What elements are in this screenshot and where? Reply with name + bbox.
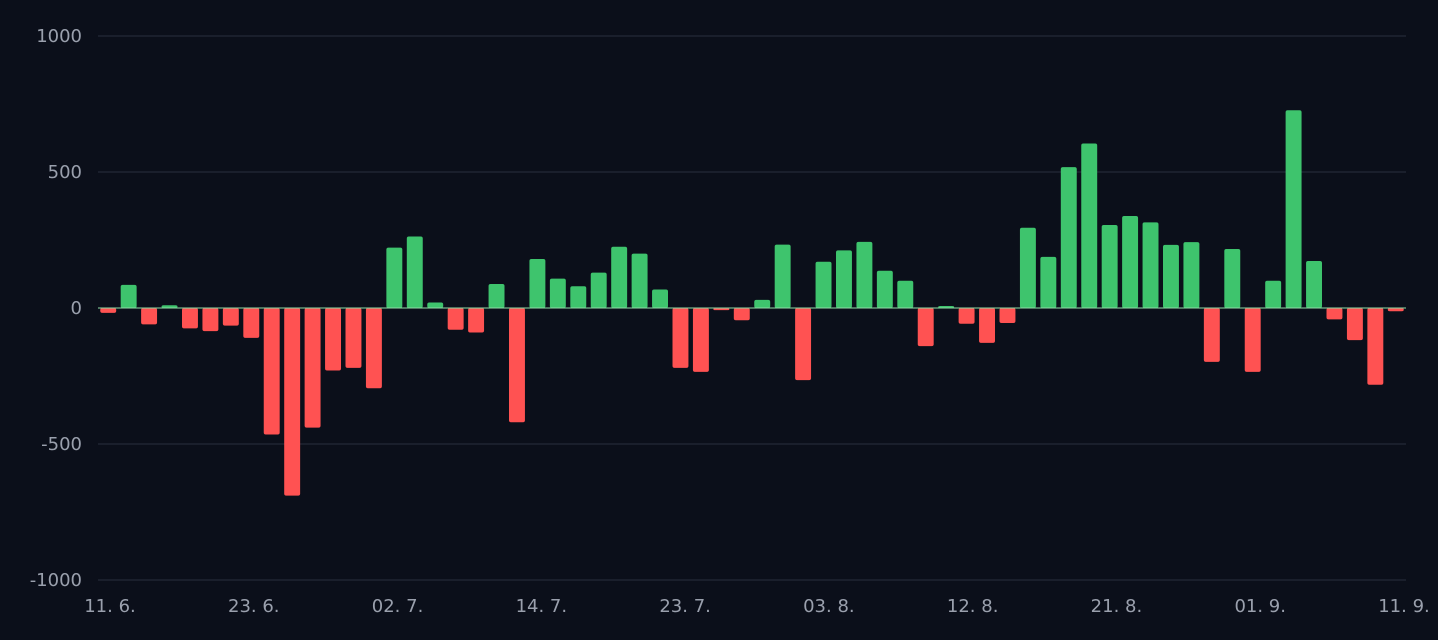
- bar: [243, 308, 260, 338]
- y-tick-label: 0: [71, 298, 82, 319]
- y-tick-label: 1000: [36, 26, 82, 47]
- bar: [836, 250, 852, 308]
- x-tick-label: 03. 8.: [803, 596, 855, 617]
- bar: [692, 308, 709, 372]
- bar: [1081, 143, 1098, 308]
- bar: [468, 308, 485, 333]
- bar: [1203, 308, 1220, 362]
- x-tick-label: 21. 8.: [1091, 596, 1143, 617]
- bar: [1122, 216, 1139, 308]
- bars: [100, 110, 1404, 496]
- bar: [202, 308, 219, 332]
- bar: [182, 308, 198, 329]
- bar: [325, 308, 341, 371]
- bar: [1306, 260, 1322, 308]
- bar: [979, 308, 995, 343]
- bar: [1346, 308, 1363, 341]
- bar: [1183, 242, 1200, 308]
- bar: [488, 284, 505, 308]
- bar: [733, 308, 750, 321]
- bar: [917, 308, 934, 347]
- bar: [999, 308, 1016, 323]
- bar: [1163, 244, 1179, 308]
- bar: [590, 272, 607, 308]
- bar: [958, 308, 975, 324]
- bar: [447, 308, 464, 330]
- bar: [1019, 227, 1036, 308]
- x-axis-labels: 11. 6. 23. 6. 02. 7. 14. 7. 23. 7. 03. 8. 12. …: [84, 596, 1430, 617]
- bar: [100, 308, 117, 313]
- x-tick-label: 11. 9.: [1378, 596, 1430, 617]
- bar: [611, 246, 628, 308]
- y-tick-label: 500: [48, 162, 82, 183]
- bar: [876, 270, 893, 308]
- x-tick-label: 01. 9.: [1234, 596, 1286, 617]
- y-axis-labels: 1000 500 0 -500 -1000: [30, 26, 82, 591]
- bar: [529, 259, 546, 308]
- bar: [549, 278, 566, 308]
- bar: [222, 308, 239, 326]
- bar: [345, 308, 362, 368]
- bar: [120, 284, 137, 308]
- x-tick-label: 23. 6.: [228, 596, 280, 617]
- bar-chart: 1000 500 0 -500 -1000 11. 6. 23. 6. 02. 7. 14. …: [30, 26, 1430, 617]
- bar: [263, 308, 280, 435]
- bar: [304, 308, 321, 428]
- bar: [406, 236, 423, 308]
- x-tick-label: 02. 7.: [372, 596, 424, 617]
- bar: [509, 308, 525, 423]
- bar: [365, 308, 382, 389]
- x-tick-label: 12. 8.: [947, 596, 999, 617]
- bar: [774, 244, 791, 308]
- y-tick-label: -1000: [30, 570, 82, 591]
- bar: [672, 308, 689, 368]
- bar: [795, 308, 812, 381]
- bar: [1244, 308, 1261, 372]
- bar: [1142, 222, 1159, 308]
- chart-container: 1000 500 0 -500 -1000 11. 6. 23. 6. 02. 7. 14. …: [0, 0, 1438, 640]
- bar: [284, 308, 301, 496]
- bar: [1285, 110, 1302, 308]
- x-tick-label: 14. 7.: [516, 596, 568, 617]
- bar: [631, 253, 648, 308]
- bar: [815, 261, 832, 308]
- bar: [1326, 308, 1343, 320]
- bar: [856, 241, 873, 308]
- bar: [1265, 280, 1282, 308]
- bar: [1224, 248, 1241, 308]
- bar: [897, 280, 914, 308]
- bar: [427, 302, 444, 308]
- x-tick-label: 23. 7.: [659, 596, 711, 617]
- bar: [652, 289, 668, 308]
- bar: [1040, 256, 1057, 308]
- bar: [754, 299, 771, 308]
- bar: [386, 247, 403, 308]
- bar: [1367, 308, 1384, 385]
- y-tick-label: -500: [41, 434, 82, 455]
- bar: [1060, 167, 1077, 308]
- x-tick-label: 11. 6.: [84, 596, 136, 617]
- bar: [570, 286, 587, 308]
- bar: [1101, 225, 1118, 308]
- bar: [141, 308, 158, 325]
